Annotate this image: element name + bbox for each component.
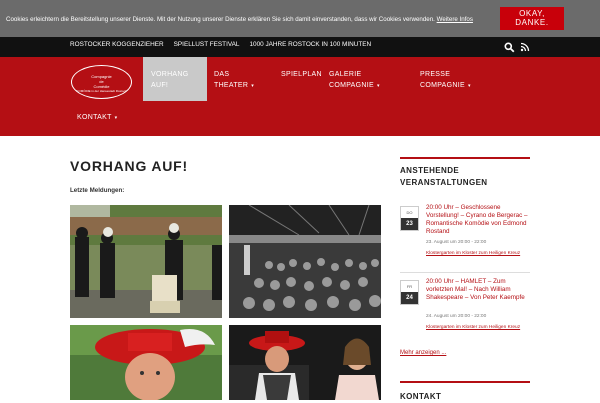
event-title-link[interactable]: 20:00 Uhr – Geschlossene Vorstellung! – …	[426, 204, 532, 236]
divider	[400, 272, 530, 273]
cookie-message: Cookies erleichtern die Bereitstellung u…	[6, 16, 435, 23]
events-heading: ANSTEHENDE VERANSTALTUNGEN	[400, 157, 530, 189]
event-weekday: DO	[406, 210, 413, 215]
chevron-down-icon: ▾	[114, 115, 118, 121]
nav-item-das-theater[interactable]: DAS THEATER ▾	[214, 69, 254, 92]
chevron-down-icon: ▾	[376, 83, 380, 89]
cookie-more-link[interactable]: Weitere Infos	[437, 16, 473, 23]
top-link-koggenzieher[interactable]: ROSTOCKER KOGGENZIEHER	[70, 41, 164, 48]
nav-label: AUF!	[151, 82, 169, 89]
page-title: VORHANG AUF!	[70, 158, 188, 174]
news-photo-stage[interactable]	[70, 205, 222, 318]
event-date-badge: DO 23	[400, 206, 419, 231]
events-heading-line-2: VERANSTALTUNGEN	[400, 178, 488, 187]
news-photo-audience[interactable]	[229, 205, 381, 318]
cookie-accept-button[interactable]: OKAY, DANKE.	[500, 7, 564, 30]
nav-label: THEATER	[214, 82, 249, 89]
cookie-text: Cookies erleichtern die Bereitstellung u…	[6, 16, 473, 23]
event-day-number: 23	[401, 218, 418, 230]
event-time: 24. August um 20:00 - 22:00	[426, 314, 487, 319]
more-events-link[interactable]: Mehr anzeigen ...	[400, 350, 446, 356]
nav-label: VORHANG	[151, 71, 189, 78]
search-icon[interactable]	[504, 42, 515, 53]
news-label: Letzte Meldungen:	[70, 187, 125, 194]
nav-item-presse[interactable]: PRESSE COMPAGNIE ▾	[420, 69, 471, 92]
site-logo[interactable]: Compagnie de Comédie KOMÖDIE in der Hans…	[71, 65, 132, 99]
news-photo-red-hat[interactable]	[70, 325, 222, 400]
event-title-link[interactable]: 20:00 Uhr – HAMLET – Zum vorletzten Mal!…	[426, 278, 532, 302]
event-item: DO 23 20:00 Uhr – Geschlossene Vorstellu…	[400, 204, 530, 270]
event-venue-link[interactable]: Klostergarten im Kloster zum Heiligen Kr…	[426, 324, 526, 331]
top-link-spiellust[interactable]: SPIELLUST FESTIVAL	[174, 41, 240, 48]
events-heading-line-1: ANSTEHENDE	[400, 166, 460, 175]
chevron-down-icon: ▾	[467, 83, 471, 89]
rss-icon[interactable]	[520, 42, 530, 52]
chevron-down-icon: ▾	[251, 83, 255, 89]
event-item: FR 24 20:00 Uhr – HAMLET – Zum vorletzte…	[400, 278, 530, 344]
event-date-badge: FR 24	[400, 280, 419, 305]
cookie-accept-label-1: OKAY,	[519, 9, 545, 18]
event-venue-link[interactable]: Klostergarten im Kloster zum Heiligen Kr…	[426, 250, 526, 257]
top-link-1000-jahre[interactable]: 1000 JAHRE ROSTOCK IN 100 MINUTEN	[249, 41, 371, 48]
nav-label: KONTAKT	[77, 114, 112, 121]
nav-label: DAS	[214, 71, 230, 78]
news-photo-two-actors[interactable]	[229, 325, 381, 400]
nav-item-kontakt[interactable]: KONTAKT ▾	[77, 112, 117, 124]
nav-label: COMPAGNIE	[329, 82, 374, 89]
nav-label: PRESSE	[420, 71, 451, 78]
nav-label: SPIELPLAN	[281, 71, 322, 78]
logo-tagline: KOMÖDIE in der Hansestadt Rostock	[76, 89, 127, 93]
event-time: 23. August um 20:00 - 22:00	[426, 240, 487, 245]
nav-item-galerie[interactable]: GALERIE COMPAGNIE ▾	[329, 69, 380, 92]
nav-label: COMPAGNIE	[420, 82, 465, 89]
cookie-accept-label-2: DANKE.	[515, 18, 549, 27]
nav-item-spielplan[interactable]: SPIELPLAN	[281, 69, 322, 80]
top-bar: ROSTOCKER KOGGENZIEHER SPIELLUST FESTIVA…	[0, 37, 600, 57]
event-day-number: 24	[401, 292, 418, 304]
main-navigation: Compagnie de Comédie KOMÖDIE in der Hans…	[0, 57, 600, 136]
nav-item-vorhang-auf[interactable]: VORHANG AUF!	[143, 57, 207, 101]
nav-label: GALERIE	[329, 71, 362, 78]
cookie-banner: Cookies erleichtern die Bereitstellung u…	[0, 0, 600, 37]
top-links: ROSTOCKER KOGGENZIEHER SPIELLUST FESTIVA…	[70, 41, 371, 48]
event-weekday: FR	[406, 284, 413, 289]
contact-heading-text: KONTAKT	[400, 392, 442, 401]
